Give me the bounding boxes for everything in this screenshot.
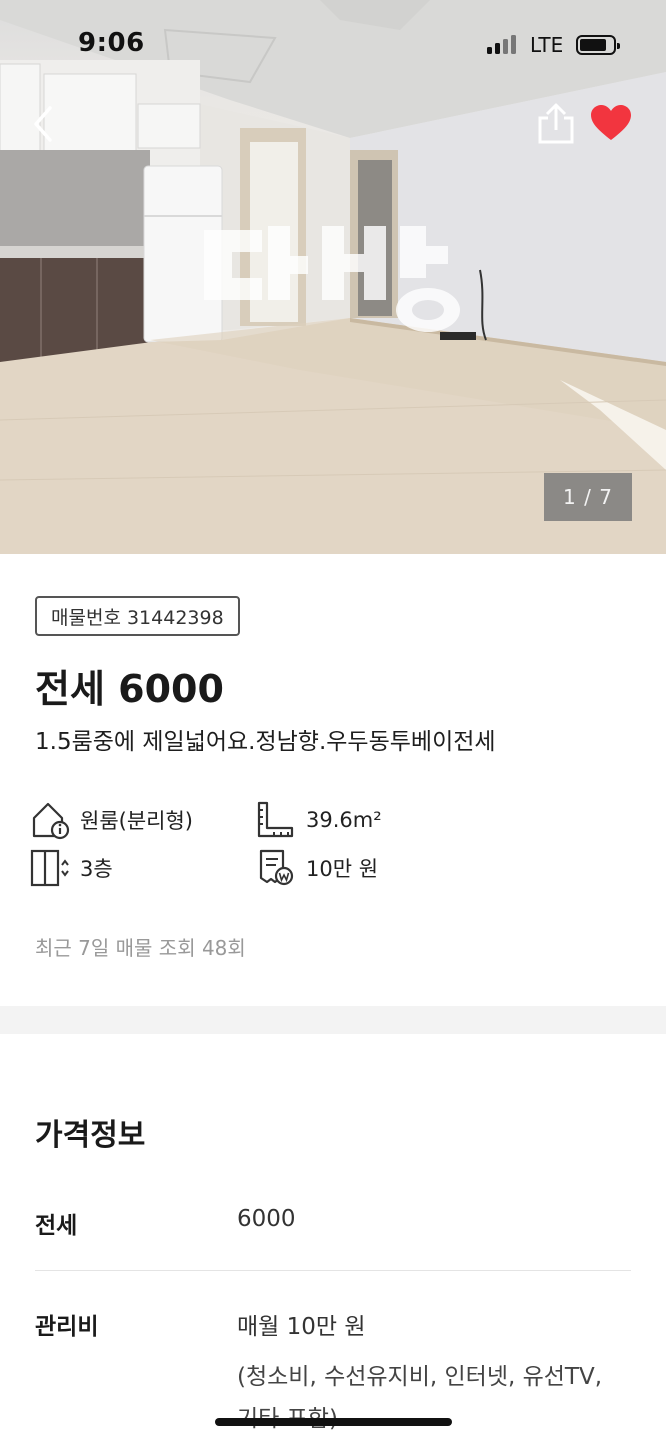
back-icon	[34, 106, 52, 142]
favorite-button[interactable]	[590, 104, 632, 142]
section-divider	[0, 1006, 666, 1034]
area-value: 39.6m²	[306, 808, 382, 832]
price-info-title: 가격정보	[35, 1118, 146, 1153]
listing-number-badge: 매물번호 31442398	[35, 596, 240, 636]
spec-area: 39.6m²	[256, 800, 382, 840]
maintenance-value: 10만 원	[306, 857, 379, 881]
home-indicator[interactable]	[215, 1418, 452, 1426]
spec-floor: 3층	[30, 848, 113, 888]
floor-value: 3층	[80, 857, 113, 881]
photo-counter: 1 / 7	[544, 473, 632, 521]
price-title: 전세 6000	[35, 667, 224, 711]
bill-icon	[259, 849, 294, 886]
status-bar: 9:06 LTE	[0, 0, 666, 90]
house-info-icon	[32, 802, 70, 840]
maintenance-fee-value: 매월 10만 원	[237, 1314, 366, 1340]
listing-photo[interactable]: 9:06 LTE 1 / 7	[0, 0, 666, 554]
ruler-area-icon	[257, 801, 294, 838]
spec-maintenance: 10만 원	[256, 848, 378, 888]
spec-room-type: 원룸(분리형)	[30, 800, 193, 840]
row-divider	[35, 1270, 631, 1271]
jeonse-label: 전세	[35, 1213, 78, 1239]
status-time: 9:06	[78, 28, 145, 58]
share-icon	[538, 103, 574, 144]
network-label: LTE	[530, 33, 564, 57]
maintenance-fee-label: 관리비	[35, 1314, 99, 1340]
share-button[interactable]	[536, 102, 576, 144]
maintenance-fee-note: (청소비, 수선유지비, 인터넷, 유선TV, 기타 포함)	[237, 1364, 603, 1432]
jeonse-value: 6000	[237, 1206, 296, 1232]
floor-icon	[30, 849, 69, 887]
signal-icon	[487, 34, 521, 54]
room-type-value: 원룸(분리형)	[80, 809, 193, 833]
view-count: 최근 7일 매물 조회 48회	[35, 936, 246, 960]
battery-icon	[576, 35, 620, 55]
heart-icon	[591, 105, 631, 140]
listing-subtitle: 1.5룸중에 제일넓어요.정남향.우두동투베이전세	[35, 729, 496, 755]
back-button[interactable]	[28, 104, 62, 144]
